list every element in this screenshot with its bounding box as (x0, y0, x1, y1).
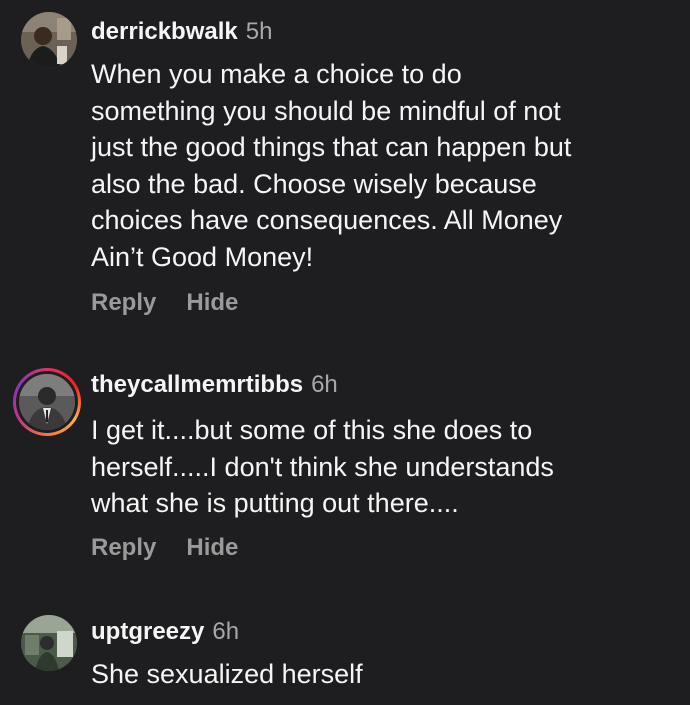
reply-button[interactable]: Reply (91, 289, 156, 316)
timestamp: 5h (245, 18, 273, 45)
hide-button[interactable]: Hide (186, 289, 238, 316)
avatar[interactable] (21, 615, 77, 671)
reply-button[interactable]: Reply (91, 534, 156, 561)
username[interactable]: theycallmemrtibbs (91, 371, 303, 398)
avatar[interactable] (19, 374, 75, 430)
comment-header: theycallmemrtibbs 6h (91, 370, 338, 400)
timestamp: 6h (212, 618, 240, 645)
timestamp: 6h (311, 371, 338, 398)
comment-actions: Reply Hide (91, 534, 238, 562)
comment-header: derrickbwalk 5h (91, 17, 272, 47)
comment-actions: Reply Hide (91, 289, 238, 317)
comment-text: I get it....but some of this she does to… (91, 415, 554, 518)
comment-text: She sexualized herself (91, 659, 363, 689)
comment-text: When you make a choice to do something y… (91, 59, 572, 272)
username[interactable]: uptgreezy (91, 618, 204, 645)
comment-header: uptgreezy 6h (91, 617, 239, 647)
story-ring[interactable] (13, 368, 81, 436)
avatar[interactable] (21, 12, 77, 68)
username[interactable]: derrickbwalk (91, 18, 238, 45)
hide-button[interactable]: Hide (186, 534, 238, 561)
